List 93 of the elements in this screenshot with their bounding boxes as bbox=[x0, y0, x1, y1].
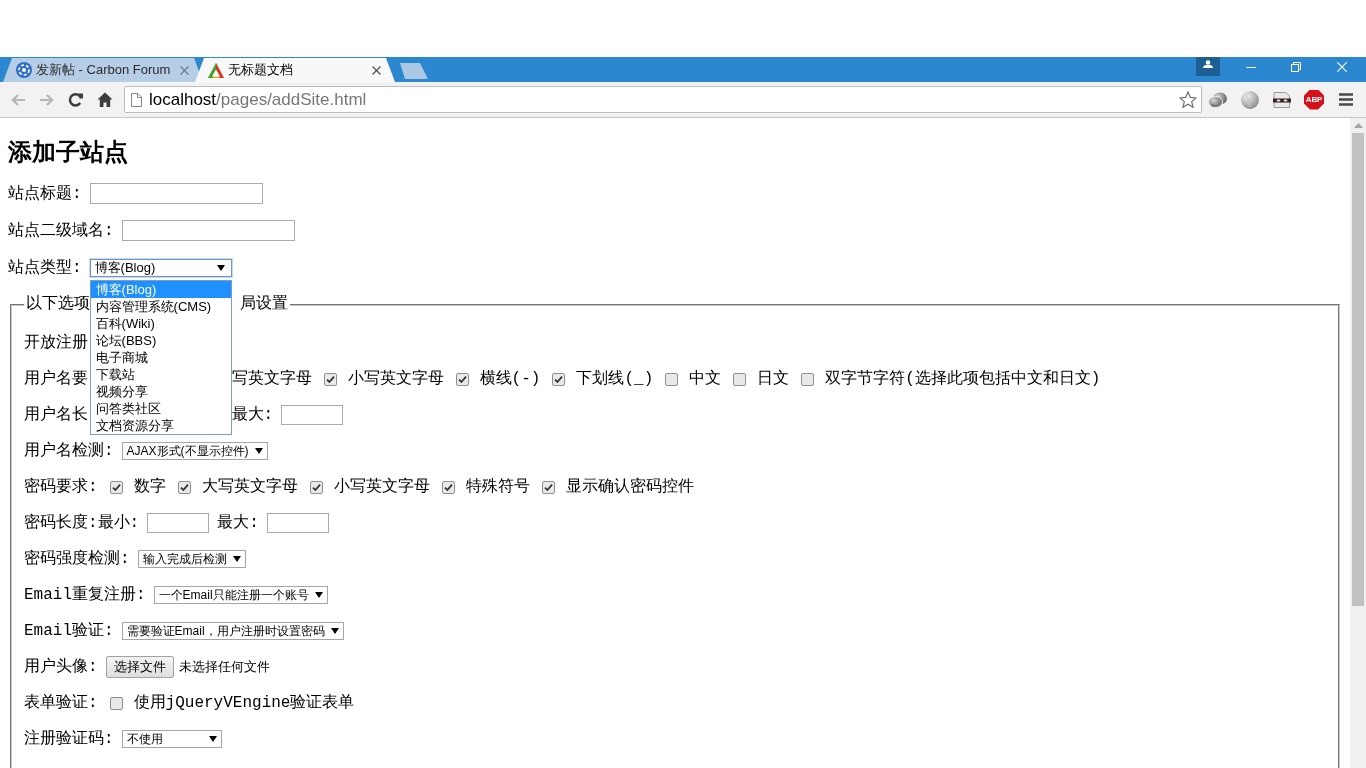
dropdown-option[interactable]: 文档资源分享 bbox=[90, 416, 231, 434]
profile-button[interactable] bbox=[1196, 57, 1220, 76]
select-field[interactable]: AJAX形式(不显示控件) bbox=[121, 442, 268, 460]
bookmark-star-icon[interactable] bbox=[1179, 91, 1197, 108]
field-label: 注册验证码: bbox=[24, 728, 114, 750]
field-label: 写英文字母 bbox=[231, 368, 312, 390]
checkbox[interactable] bbox=[552, 372, 566, 386]
file-status-text: 未选择任何文件 bbox=[178, 658, 270, 677]
page-heading: 添加子站点 bbox=[8, 139, 128, 166]
legend-text: 以下选项 bbox=[26, 294, 90, 315]
checkbox[interactable] bbox=[109, 696, 123, 710]
person-icon bbox=[1203, 60, 1213, 68]
option-label: 小写英文字母 bbox=[333, 476, 430, 498]
mask-icon[interactable] bbox=[1273, 91, 1291, 108]
adblock-button[interactable]: ABP bbox=[1304, 89, 1324, 110]
minimize-icon[interactable] bbox=[1245, 66, 1256, 68]
chat-bubbles-icon[interactable] bbox=[1208, 91, 1228, 108]
option-label: 下划线(_) bbox=[576, 369, 654, 390]
close-icon[interactable] bbox=[372, 65, 381, 75]
field-label: 用户名要 bbox=[24, 368, 88, 390]
select-field[interactable]: 不使用 bbox=[121, 730, 222, 748]
option-label: 小写英文字母 bbox=[347, 368, 444, 390]
caret-icon bbox=[330, 628, 339, 634]
caret-icon bbox=[232, 556, 241, 562]
caret-icon bbox=[314, 592, 323, 598]
scrollbar-thumb[interactable] bbox=[1352, 133, 1364, 606]
checkbox[interactable] bbox=[441, 480, 455, 494]
address-bar[interactable]: localhost/pages/addSite.html bbox=[124, 86, 1202, 113]
scrollbar[interactable] bbox=[1350, 118, 1366, 768]
text-field[interactable] bbox=[266, 513, 329, 533]
field-label: 密码长度:最小: bbox=[24, 512, 140, 534]
field-label: Email重复注册: bbox=[24, 584, 146, 606]
field-label: 密码强度检测: bbox=[24, 548, 130, 570]
dropdown-option[interactable]: 内容管理系统(CMS) bbox=[90, 297, 231, 315]
caret-icon bbox=[216, 264, 225, 271]
text-field[interactable] bbox=[89, 183, 263, 204]
scroll-up-icon[interactable] bbox=[1353, 123, 1363, 128]
menu-icon[interactable] bbox=[1339, 93, 1353, 106]
field-label: 站点类型: bbox=[8, 257, 82, 279]
triangle-logo-icon bbox=[208, 62, 224, 78]
caret-icon bbox=[254, 448, 263, 454]
field-label: 站点标题: bbox=[8, 183, 82, 205]
browser-tab[interactable]: 无标题文档 bbox=[195, 58, 395, 82]
select-field[interactable]: 博客(Blog) bbox=[89, 258, 232, 277]
dropdown-option[interactable]: 问答类社区 bbox=[90, 399, 231, 417]
checkbox[interactable] bbox=[177, 480, 191, 494]
field-label: 站点二级域名: bbox=[8, 220, 114, 242]
caret-icon bbox=[208, 736, 217, 742]
field-label: 用户名检测: bbox=[24, 440, 114, 462]
dropdown-option[interactable]: 电子商城 bbox=[90, 348, 231, 366]
option-label: 显示确认密码控件 bbox=[565, 476, 694, 498]
select-field[interactable]: 一个Email只能注册一个账号 bbox=[153, 586, 328, 604]
select-field[interactable]: 需要验证Email，用户注册时设置密码 bbox=[121, 622, 344, 640]
checkbox[interactable] bbox=[109, 480, 123, 494]
checkbox[interactable] bbox=[455, 372, 469, 386]
field-label: Email验证: bbox=[24, 621, 114, 642]
checkbox[interactable] bbox=[733, 372, 747, 386]
restore-icon[interactable] bbox=[1290, 62, 1301, 72]
dropdown-option[interactable]: 视频分享 bbox=[90, 382, 231, 400]
field-label: 用户头像: bbox=[24, 656, 98, 678]
checkbox[interactable] bbox=[541, 480, 555, 494]
globe-icon[interactable] bbox=[1241, 90, 1259, 109]
option-label: 中文 bbox=[689, 368, 722, 390]
option-label: 日文 bbox=[757, 368, 790, 390]
checkbox[interactable] bbox=[323, 372, 337, 386]
choose-file-button[interactable]: 选择文件 bbox=[105, 656, 174, 678]
circle-logo-icon bbox=[16, 62, 32, 78]
field-label: 用户名长 bbox=[24, 404, 88, 426]
legend-text: 局设置 bbox=[239, 294, 288, 315]
option-label: 横线(-) bbox=[479, 369, 541, 390]
field-label: 表单验证: bbox=[24, 693, 98, 714]
dropdown-option[interactable]: 论坛(BBS) bbox=[90, 331, 231, 349]
field-label: 最大: bbox=[217, 513, 259, 534]
reload-icon[interactable] bbox=[67, 91, 84, 108]
field-label: 开放注册 bbox=[24, 332, 88, 354]
home-icon[interactable] bbox=[96, 91, 113, 108]
option-label: 双字节字符(选择此项包括中文和日文) bbox=[825, 368, 1101, 390]
text-field[interactable] bbox=[121, 220, 295, 241]
text-field[interactable] bbox=[281, 405, 344, 425]
field-label: 密码要求: bbox=[24, 476, 98, 498]
page-icon bbox=[131, 92, 142, 107]
checkbox[interactable] bbox=[309, 480, 323, 494]
select-field[interactable]: 输入完成后检测 bbox=[137, 550, 246, 568]
field-label: 最大: bbox=[231, 405, 274, 426]
dropdown-option[interactable]: 下载站 bbox=[90, 365, 231, 383]
text-field[interactable] bbox=[147, 513, 210, 533]
checkbox[interactable] bbox=[665, 372, 679, 386]
checkbox[interactable] bbox=[801, 372, 815, 386]
option-label: 使用jQueryVEngine验证表单 bbox=[133, 693, 355, 714]
dropdown-option[interactable]: 百科(Wiki) bbox=[90, 314, 231, 332]
option-label: 大写英文字母 bbox=[201, 476, 298, 498]
option-label: 特殊符号 bbox=[465, 477, 530, 498]
option-label: 数字 bbox=[133, 476, 166, 498]
